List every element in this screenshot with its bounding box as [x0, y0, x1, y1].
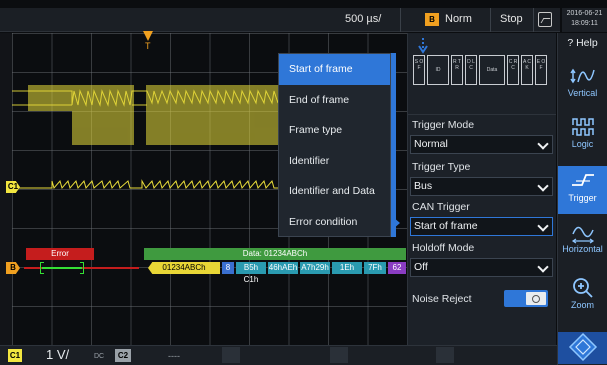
channel1-badge[interactable]: C1	[8, 349, 22, 362]
vertical-icon	[569, 68, 595, 84]
time-text: 18:09:11	[571, 20, 598, 27]
horizontal-icon	[571, 226, 594, 244]
trigger-type-select[interactable]: Bus	[410, 177, 553, 196]
divider	[400, 8, 401, 32]
can-trigger-dropdown-menu: Start of frame End of frame Frame type I…	[278, 53, 391, 237]
menu-item-end-of-frame[interactable]: End of frame	[279, 85, 390, 116]
timebase-readout[interactable]: 500 µs/	[345, 13, 381, 25]
channel1-trace-bottom	[12, 179, 280, 190]
data-frame-header: Data: 01234ABCh	[144, 248, 406, 260]
trigger-label: Trigger	[568, 193, 597, 203]
trigger-mode-label: Trigger Mode	[412, 119, 475, 131]
trigger-type-label: Trigger Type	[412, 161, 471, 173]
logic-button[interactable]: Logic	[558, 115, 607, 163]
logic-label: Logic	[571, 139, 594, 149]
chevron-down-icon	[537, 138, 549, 150]
decode-dlc-field: 8	[222, 262, 234, 274]
error-segment-line	[42, 267, 82, 269]
divider	[490, 8, 491, 32]
oscilloscope-screen: 500 µs/ B Norm Stop 2016-06-21 18:09:11 …	[0, 0, 607, 365]
date-text: 2016-06-21	[566, 10, 603, 17]
trigger-mode-value: Normal	[414, 138, 448, 150]
menu-pointer-arrow	[393, 217, 400, 229]
frame-field-eof: E O F	[535, 55, 547, 85]
frame-field-crc: C R C	[507, 55, 519, 85]
holdoff-mode-value: Off	[414, 261, 428, 273]
bottom-bar	[0, 345, 557, 365]
holdoff-mode-label: Holdoff Mode	[412, 242, 475, 254]
divider	[408, 114, 556, 115]
decode-id-field: 01234ABCh	[148, 262, 220, 274]
zoom-icon	[572, 278, 593, 298]
channel-slot[interactable]	[330, 347, 348, 363]
error-bracket-left	[40, 262, 44, 274]
trigger-button[interactable]: Trigger	[558, 166, 607, 214]
channel1-scale[interactable]: 1 V/	[46, 347, 69, 362]
top-bar: 500 µs/ B Norm Stop	[0, 8, 560, 32]
frame-field-sof: S O F	[413, 55, 425, 85]
frame-field-id: ID	[427, 55, 449, 85]
decode-byte-field: B5h C1h	[236, 262, 266, 284]
decode-byte-field: 7Fh	[364, 262, 386, 274]
trigger-source-badge[interactable]: B	[425, 13, 439, 26]
vertical-label: Vertical	[567, 88, 598, 98]
menu-item-start-of-frame[interactable]: Start of frame	[279, 54, 390, 85]
channel2-badge[interactable]: C2	[115, 349, 131, 362]
can-frame-diagram: S O F ID R T R D L C Data C R C A C K E …	[411, 36, 554, 94]
chevron-down-icon	[537, 180, 549, 192]
holdoff-mode-select[interactable]: Off	[410, 258, 553, 277]
zoom-label: Zoom	[570, 300, 594, 310]
apps-diamond-icon	[568, 332, 597, 362]
divider	[533, 8, 534, 32]
noise-reject-label: Noise Reject	[412, 293, 472, 305]
frame-field-rtr: R T R	[451, 55, 463, 85]
trigger-icon	[571, 174, 594, 186]
noise-reject-toggle[interactable]	[504, 290, 548, 307]
can-trigger-value: Start of frame	[414, 220, 478, 232]
channel1-bursts	[28, 85, 281, 145]
channel-slot[interactable]	[436, 347, 454, 363]
channel-slot[interactable]	[222, 347, 240, 363]
frame-field-data: Data	[479, 55, 505, 85]
frame-field-ack: A C K	[521, 55, 533, 85]
decode-byte-field: 46hAEh	[268, 262, 298, 274]
trigger-mode-select[interactable]: Normal	[410, 135, 553, 154]
logic-icon	[571, 118, 594, 136]
touch-lock-icon[interactable]	[538, 12, 552, 27]
error-bracket-right	[80, 262, 84, 274]
run-stop-button[interactable]: Stop	[500, 13, 523, 25]
error-frame-label: Error	[26, 248, 94, 260]
decode-crc-field: 62	[388, 262, 406, 274]
menu-item-identifier[interactable]: Identifier	[279, 146, 390, 177]
channel1-coupling: DC	[94, 353, 105, 360]
menu-item-identifier-and-data[interactable]: Identifier and Data	[279, 176, 390, 207]
menu-item-frame-type[interactable]: Frame type	[279, 115, 390, 146]
help-button[interactable]: ? Help	[558, 37, 607, 49]
chevron-down-icon	[537, 220, 549, 232]
trigger-type-value: Bus	[414, 180, 433, 192]
decode-byte-field: 1Eh	[332, 262, 362, 274]
horizontal-button[interactable]: Horizontal	[558, 220, 607, 268]
horizontal-label: Horizontal	[562, 244, 603, 254]
menu-scroll-accent	[391, 53, 396, 237]
channel2-scale[interactable]: ----	[168, 351, 180, 361]
trigger-position-label: T	[145, 41, 151, 51]
chevron-down-icon	[537, 261, 549, 273]
can-trigger-select[interactable]: Start of frame	[410, 217, 553, 236]
frame-field-dlc: D L C	[465, 55, 477, 85]
vertical-button[interactable]: Vertical	[558, 64, 607, 112]
decode-byte-field: A7h29h	[300, 262, 330, 274]
can-trigger-label: CAN Trigger	[412, 201, 470, 213]
trigger-mode-readout[interactable]: Norm	[445, 13, 472, 25]
apps-menu-button[interactable]	[558, 332, 607, 364]
date-time: 2016-06-21 18:09:11	[562, 8, 607, 32]
toggle-knob	[526, 292, 546, 305]
help-label: ? Help	[567, 37, 598, 49]
menu-item-error-condition[interactable]: Error condition	[279, 207, 390, 238]
zoom-button[interactable]: Zoom	[558, 276, 607, 324]
